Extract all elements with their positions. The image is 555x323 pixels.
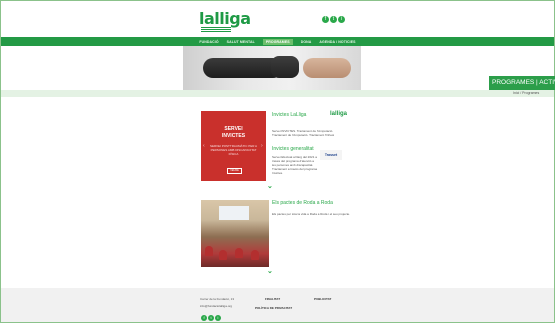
child-figure <box>251 250 259 260</box>
roda-a-roda-text: Els pactes per tota la vida a Roda a Rod… <box>272 212 351 216</box>
nav-item-agenda[interactable]: AGENDA / NOTICIES <box>319 40 355 44</box>
hero-human-hand <box>303 58 351 78</box>
invictes-card-button[interactable]: VEURE <box>227 168 242 174</box>
invictes-card[interactable]: SERVEI INVICTES SERVEI POSTTRAUMÀTIC PER… <box>201 111 266 181</box>
invictes-card-text: SERVEI POSTTRAUMÀTIC PER A PERSONES AMB … <box>209 144 258 156</box>
carousel-prev-icon[interactable]: ‹ <box>203 143 205 149</box>
invictes-generalitat-text: Servei Efectuat al llarg del 2021 a trav… <box>272 155 318 175</box>
footer-twitter-icon[interactable]: t <box>208 315 214 321</box>
invictes-text: Servei INVICTES. Tractament de l'Amputac… <box>272 129 335 137</box>
footer-col-publicitat[interactable]: PUBLICITAT <box>314 297 331 301</box>
classroom-whiteboard <box>219 206 249 220</box>
breadcrumb[interactable]: Inici / Programes <box>513 91 539 95</box>
facebook-icon[interactable]: f <box>322 16 329 23</box>
site-footer: Carrer de la Fundació, 13 info@fundaciol… <box>1 288 554 322</box>
footer-instagram-icon[interactable]: i <box>215 315 221 321</box>
invictes-card-title-2: INVICTES <box>221 133 246 139</box>
site-header: lalliga f t i <box>1 1 554 37</box>
nav-item-dona[interactable]: DONA <box>301 40 312 44</box>
chevron-down-icon[interactable]: ⌄ <box>267 267 273 275</box>
classroom-photo <box>201 200 269 267</box>
carousel-next-icon[interactable]: › <box>261 143 263 149</box>
footer-facebook-icon[interactable]: f <box>201 315 207 321</box>
header-social-links: f t i <box>322 16 345 23</box>
main-nav: FUNDACIÓ SALUT MENTAL PROGRAMES DONA AGE… <box>1 37 554 46</box>
logo-text: lalliga <box>199 9 251 28</box>
child-figure <box>219 250 227 260</box>
invictes-title: Invictes LaLliga <box>272 112 307 118</box>
child-figure <box>235 248 243 258</box>
invictes-card-title-1: SERVEI <box>224 126 243 132</box>
nav-item-fundacio[interactable]: FUNDACIÓ <box>199 40 218 44</box>
nav-item-programes[interactable]: PROGRAMES <box>262 38 293 45</box>
roda-a-roda-title: Els pactes de Roda a Roda <box>272 200 333 206</box>
footer-address: Carrer de la Fundació, 13 <box>200 297 235 301</box>
logo-stripes <box>201 27 231 33</box>
footer-privacy-link[interactable]: POLÍTICA DE PRIVACITAT <box>255 306 292 310</box>
site-logo[interactable]: lalliga <box>199 9 251 35</box>
invictes-mini-logo: lalliga <box>330 111 348 117</box>
programs-banner: PROGRAMES | ACTIVITA <box>489 76 555 90</box>
hero-prosthetic-hand <box>271 56 299 78</box>
nav-item-salut-mental[interactable]: SALUT MENTAL <box>227 40 255 44</box>
hero-image <box>183 46 361 90</box>
invictes-generalitat-title: Invictes generalitat <box>272 146 314 152</box>
breadcrumb-band <box>1 90 554 97</box>
sponsor-logo: Trasset <box>320 150 342 160</box>
footer-col-finalitat[interactable]: FINALITAT <box>265 297 280 301</box>
chevron-down-icon[interactable]: ⌄ <box>267 182 273 190</box>
twitter-icon[interactable]: t <box>330 16 337 23</box>
instagram-icon[interactable]: i <box>338 16 345 23</box>
footer-email[interactable]: info@fundaciolalliga.org <box>200 304 232 308</box>
child-figure <box>205 246 213 256</box>
